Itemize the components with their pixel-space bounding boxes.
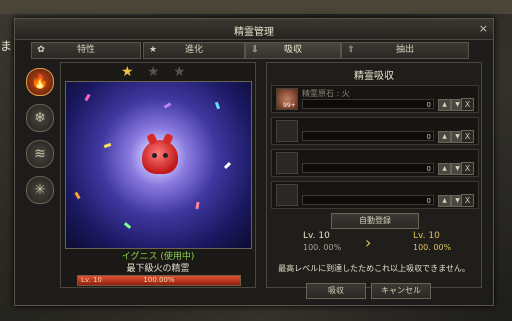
cancel-button[interactable]: キャンセル — [371, 283, 431, 299]
tab-bar: ✿ 特性 ★ 進化 ⇩ 吸収 ⇧ 抽出 — [31, 42, 486, 59]
current-percent: 100. 00% — [303, 243, 342, 252]
spirit-portrait — [65, 81, 252, 249]
exp-bar: Lv. 10 100.00% — [77, 275, 241, 286]
confetti — [195, 201, 200, 210]
tab-absorb[interactable]: ⇩ 吸収 — [245, 42, 341, 59]
absorb-slot: 0 ▲ ▼ X — [271, 117, 479, 145]
current-level-value: Lv. 10 — [303, 231, 330, 241]
level-arrow-icon: › — [365, 233, 372, 252]
material-slot-icon[interactable] — [276, 184, 298, 206]
star-filled-icon: ★ — [121, 64, 134, 80]
absorb-slot: 99+ 精霊原石 : 火 0 ▲ ▼ X — [271, 85, 479, 113]
fire-spirit-sprite — [142, 140, 178, 174]
extract-tab-icon: ⇧ — [347, 45, 355, 55]
trait-tab-icon: ✿ — [37, 45, 45, 55]
tab-extract[interactable]: ⇧ 抽出 — [341, 42, 469, 59]
confetti — [84, 93, 91, 102]
result-level: Lv. 10 100. 00% — [413, 231, 451, 253]
quantity-up-button[interactable]: ▲ — [438, 195, 451, 207]
ice-element-icon[interactable]: ❄ — [26, 104, 54, 132]
confetti — [163, 102, 172, 109]
spirit-eye — [163, 153, 168, 158]
current-level: Lv. 10 100. 00% — [303, 231, 341, 253]
absorb-slot: 0 ▲ ▼ X — [271, 181, 479, 209]
spirit-description: 最下級火の精霊 — [126, 264, 190, 274]
confetti — [123, 222, 132, 229]
tab-label: 特性 — [76, 45, 95, 55]
material-slot-icon[interactable] — [276, 120, 298, 142]
remove-material-button[interactable]: X — [461, 130, 474, 143]
material-slot-icon[interactable] — [276, 152, 298, 174]
background-decoration — [0, 0, 512, 14]
confetti — [214, 101, 221, 110]
quantity-up-button[interactable]: ▲ — [438, 163, 451, 175]
result-level-value: Lv. 10 — [413, 231, 440, 241]
auto-register-button[interactable]: 自動登録 — [331, 213, 419, 229]
material-name: 精霊原石 : 火 — [302, 89, 350, 98]
tab-label: 抽出 — [395, 45, 414, 55]
absorb-panel: 精霊吸収 99+ 精霊原石 : 火 0 ▲ ▼ X 0 ▲ ▼ X 0 ▲ ▼ … — [266, 62, 482, 288]
star-empty-icon: ★ — [147, 64, 160, 80]
star-tab-icon: ★ — [148, 45, 158, 55]
tab-evolution[interactable]: ★ 進化 — [143, 42, 245, 59]
item-count: 99+ — [283, 102, 296, 109]
confetti — [103, 142, 112, 149]
star-rating: ★ ★ ★ — [121, 65, 201, 79]
spirit-display-panel: ★ ★ ★ イグニス (使用中) 最下級火の精霊 Lv. 10 100.00% — [60, 62, 256, 288]
light-element-icon[interactable]: ✳ — [26, 176, 54, 204]
confetti — [74, 191, 81, 200]
remove-material-button[interactable]: X — [461, 98, 474, 111]
wind-element-icon[interactable]: ≋ — [26, 140, 54, 168]
max-level-message: 最高レベルに到達したためこれ以上吸収できません。 — [278, 264, 470, 273]
quantity-up-button[interactable]: ▲ — [438, 131, 451, 143]
title-bar[interactable]: 精霊管理 × — [15, 19, 493, 40]
fire-element-icon[interactable]: 🔥 — [26, 68, 54, 96]
material-slot-icon[interactable]: 99+ — [276, 88, 298, 110]
tab-label: 吸収 — [283, 45, 302, 55]
remove-material-button[interactable]: X — [461, 194, 474, 207]
remove-material-button[interactable]: X — [461, 162, 474, 175]
absorb-panel-title: 精霊吸収 — [354, 71, 394, 82]
tab-trait[interactable]: ✿ 特性 — [31, 42, 141, 59]
absorb-slot: 0 ▲ ▼ X — [271, 149, 479, 177]
spirit-eye — [152, 153, 157, 158]
result-percent: 100. 00% — [413, 243, 452, 252]
quantity-up-button[interactable]: ▲ — [438, 99, 451, 111]
quantity-input[interactable]: 0 — [302, 163, 434, 173]
exp-percent: 100.00% — [143, 276, 175, 284]
star-empty-icon: ★ — [173, 64, 186, 80]
absorb-button[interactable]: 吸収 — [306, 283, 366, 299]
quantity-input[interactable]: 0 — [302, 131, 434, 141]
window-title: 精霊管理 — [234, 27, 274, 38]
close-icon[interactable]: × — [479, 22, 488, 35]
absorb-tab-icon: ⇩ — [251, 45, 259, 55]
quantity-input[interactable]: 0 — [302, 99, 434, 109]
quantity-input[interactable]: 0 — [302, 195, 434, 205]
confetti — [223, 161, 232, 170]
tab-label: 進化 — [184, 45, 203, 55]
